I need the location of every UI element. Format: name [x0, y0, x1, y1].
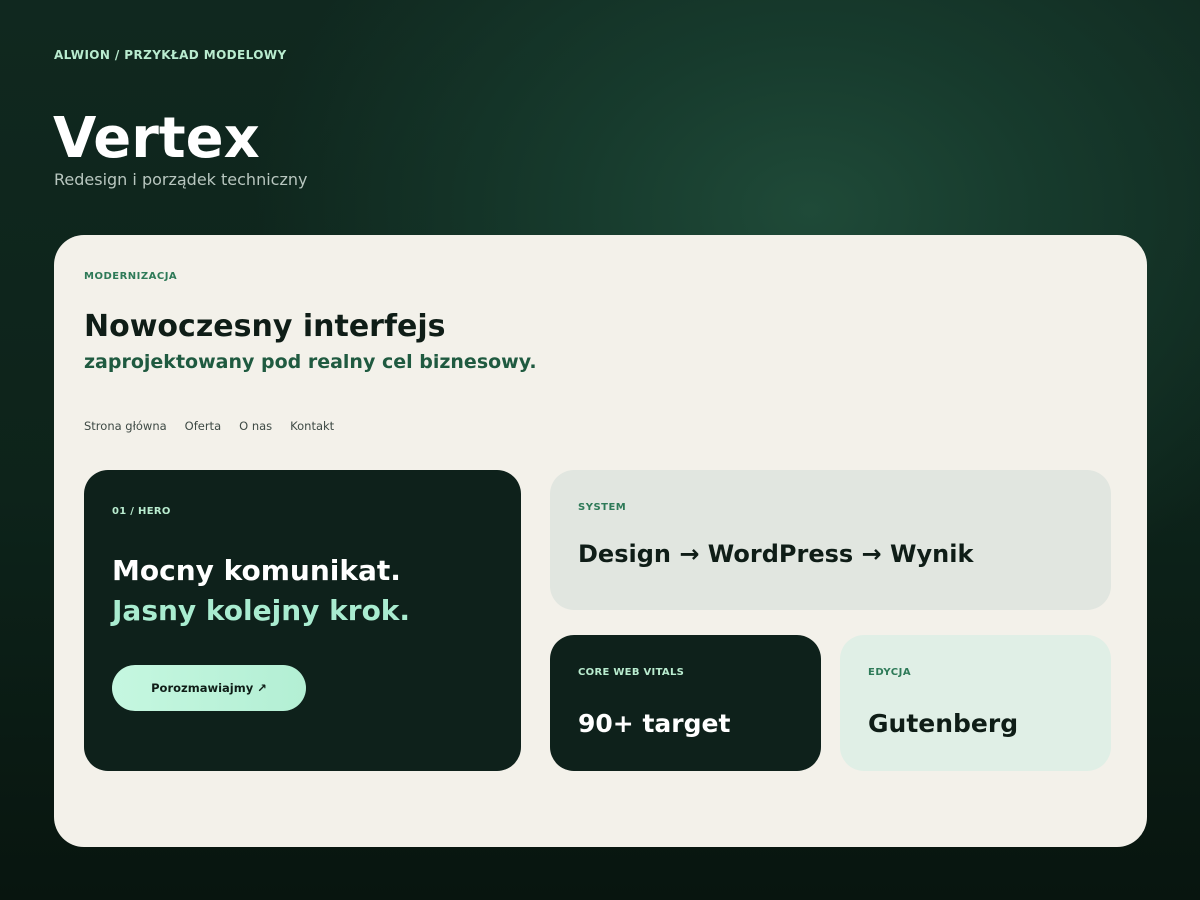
hero-headline: Mocny komunikat. [112, 554, 401, 587]
hero-tag: 01 / HERO [112, 506, 171, 517]
system-text: Design → WordPress → Wynik [578, 540, 974, 568]
hero-tile: 01 / HERO Mocny komunikat. Jasny kolejny… [84, 470, 521, 771]
nav-item-offer[interactable]: Oferta [185, 419, 221, 433]
core-web-vitals-tile: CORE WEB VITALS 90+ target [550, 635, 821, 771]
contact-button[interactable]: Porozmawiajmy ↗ [112, 665, 306, 711]
breadcrumb: ALWION / PRZYKŁAD MODELOWY [54, 48, 287, 62]
hero-subheadline: Jasny kolejny krok. [112, 594, 411, 627]
contact-button-label: Porozmawiajmy [151, 681, 254, 695]
system-tile: SYSTEM Design → WordPress → Wynik [550, 470, 1111, 610]
edit-value: Gutenberg [868, 709, 1019, 738]
system-tag: SYSTEM [578, 502, 627, 513]
arrow-up-right-icon: ↗ [257, 681, 267, 695]
card-subtitle: zaprojektowany pod realny cel biznesowy. [84, 351, 537, 373]
preview-card: MODERNIZACJA Nowoczesny interfejs zaproj… [54, 235, 1147, 847]
cwv-tag: CORE WEB VITALS [578, 667, 685, 678]
nav-item-contact[interactable]: Kontakt [290, 419, 334, 433]
site-nav: Strona główna Oferta O nas Kontakt [84, 419, 334, 433]
page-subtitle: Redesign i porządek techniczny [54, 170, 308, 189]
card-title: Nowoczesny interfejs [84, 309, 446, 344]
page-title: Vertex [53, 106, 260, 171]
nav-item-home[interactable]: Strona główna [84, 419, 167, 433]
nav-item-about[interactable]: O nas [239, 419, 272, 433]
editor-tile: EDYCJA Gutenberg [840, 635, 1111, 771]
cwv-value: 90+ target [578, 709, 731, 738]
card-eyebrow: MODERNIZACJA [84, 271, 178, 282]
edit-tag: EDYCJA [868, 667, 912, 678]
